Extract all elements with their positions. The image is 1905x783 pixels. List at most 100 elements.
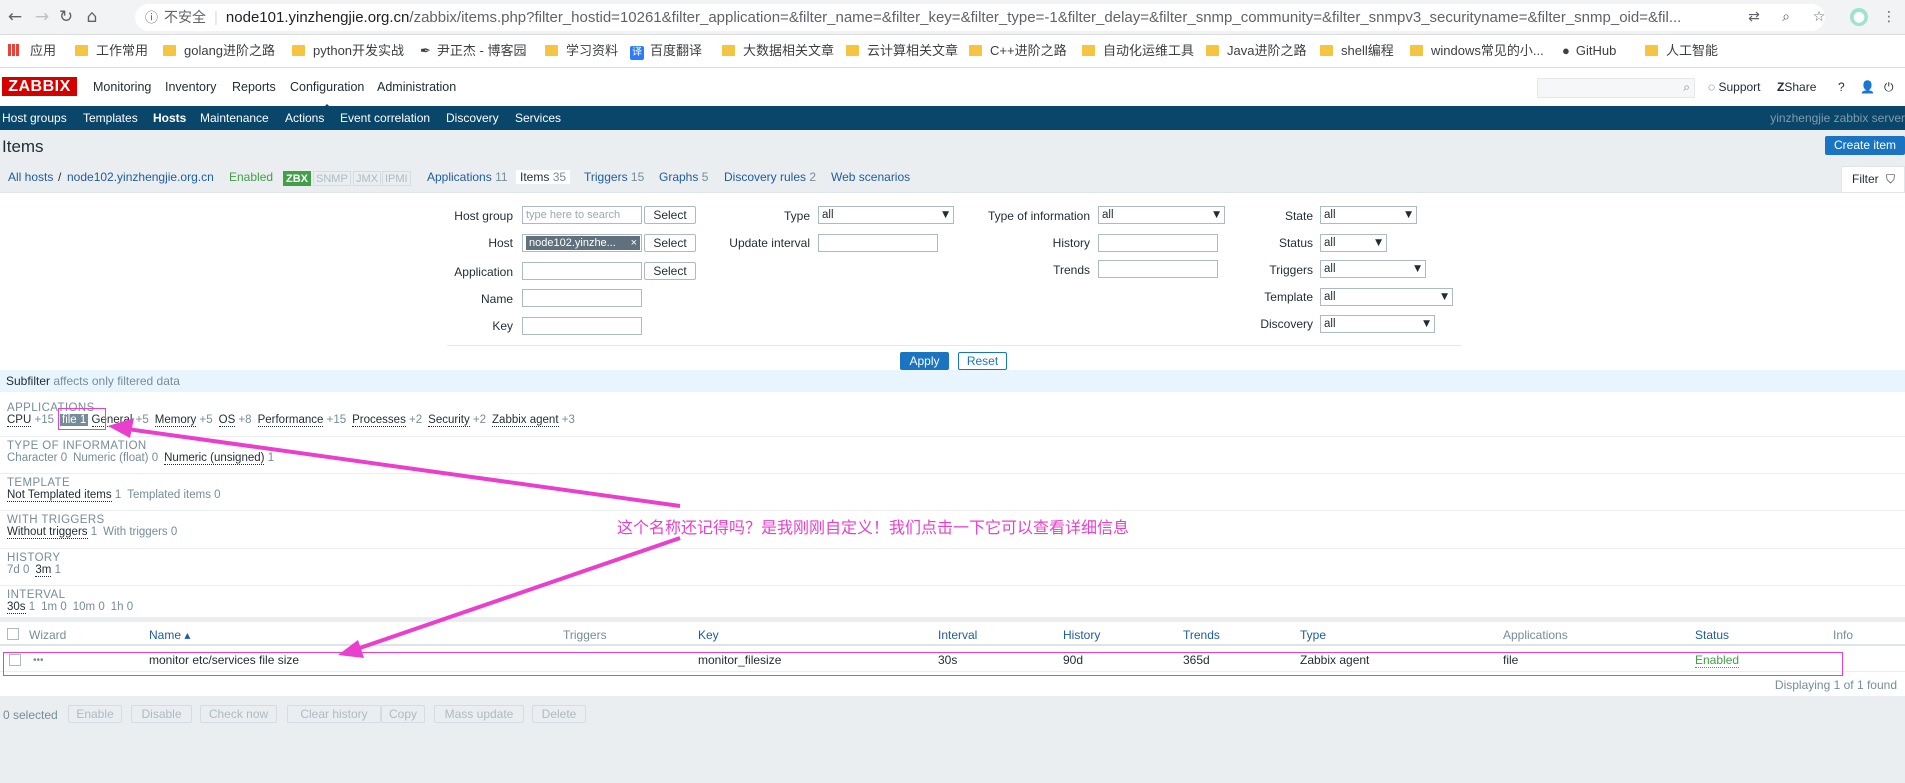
col-type[interactable]: Type <box>1300 628 1326 642</box>
discovery-rules-tab[interactable]: Discovery rules 2 <box>724 170 816 184</box>
menu-configuration[interactable]: Configuration <box>290 80 364 109</box>
submenu-actions[interactable]: Actions <box>285 111 324 125</box>
application-input[interactable] <box>522 262 642 280</box>
update-interval-input[interactable] <box>818 234 938 252</box>
bookmark-item[interactable]: windows常见的小... <box>1410 42 1544 60</box>
discovery-select[interactable]: all <box>1320 315 1435 333</box>
select-all-checkbox[interactable] <box>7 628 19 640</box>
col-name[interactable]: Name ▴ <box>149 628 190 642</box>
subfilter-item[interactable]: 3m 1 <box>35 564 67 577</box>
user-profile-icon[interactable]: 👤 <box>1860 80 1875 94</box>
reload-icon[interactable]: ↻ <box>56 7 76 27</box>
subfilter-item[interactable]: Security +2 <box>428 414 492 427</box>
application-select-button[interactable]: Select <box>644 262 696 280</box>
support-link[interactable]: ◌ Support <box>1708 80 1761 94</box>
state-select[interactable]: all <box>1320 206 1417 224</box>
col-trends[interactable]: Trends <box>1183 628 1220 642</box>
bookmark-item[interactable]: 云计算相关文章 <box>846 42 958 60</box>
subfilter-item[interactable]: Not Templated items 1 <box>7 489 127 502</box>
disable-button[interactable]: Disable <box>131 705 192 723</box>
forward-arrow-icon[interactable]: → <box>32 7 52 27</box>
host-group-input[interactable]: type here to search <box>522 206 642 224</box>
menu-reports[interactable]: Reports <box>232 80 276 94</box>
status-select[interactable]: all <box>1320 234 1387 252</box>
web-scenarios-tab[interactable]: Web scenarios <box>831 170 910 184</box>
host-chip[interactable]: node102.yinzhe... × <box>526 236 640 250</box>
subfilter-item[interactable]: OS +8 <box>218 414 258 427</box>
col-interval[interactable]: Interval <box>938 628 977 642</box>
triggers-select[interactable]: all <box>1320 260 1426 278</box>
delete-button[interactable]: Delete <box>532 705 586 723</box>
clear-history-button[interactable]: Clear history <box>287 705 381 723</box>
type-select[interactable]: all <box>818 206 954 224</box>
bookmark-item[interactable]: 学习资料 <box>545 42 618 60</box>
submenu-discovery[interactable]: Discovery <box>446 111 499 125</box>
address-bar[interactable]: ⓘ 不安全 | node101.yinzhengjie.org.cn/zabbix/i… <box>135 4 1825 31</box>
graphs-tab[interactable]: Graphs 5 <box>659 170 708 184</box>
copy-button[interactable]: Copy <box>381 705 425 723</box>
history-input[interactable] <box>1098 234 1218 252</box>
col-key[interactable]: Key <box>698 628 719 642</box>
bookmark-item[interactable]: python开发实战 <box>292 42 404 60</box>
host-select-button[interactable]: Select <box>644 234 696 252</box>
type-of-information-select[interactable]: all <box>1098 206 1225 224</box>
chip-remove-icon[interactable]: × <box>631 236 637 250</box>
bookmark-item[interactable]: shell编程 <box>1320 42 1394 60</box>
create-item-button[interactable]: Create item <box>1825 136 1905 155</box>
home-icon[interactable]: ⌂ <box>82 7 102 27</box>
col-history[interactable]: History <box>1063 628 1100 642</box>
bookmark-item[interactable]: 自动化运维工具 <box>1082 42 1194 60</box>
triggers-tab[interactable]: Triggers 15 <box>584 170 644 184</box>
host-link[interactable]: node102.yinzhengjie.org.cn <box>67 170 214 184</box>
subfilter-item[interactable]: CPU +15 <box>7 414 60 427</box>
profile-avatar-icon[interactable]: ● <box>1850 8 1868 26</box>
applications-tab[interactable]: Applications 11 <box>427 170 508 184</box>
menu-inventory[interactable]: Inventory <box>165 80 216 94</box>
key-input[interactable] <box>522 317 642 335</box>
submenu-services[interactable]: Services <box>515 111 561 125</box>
bookmark-item[interactable]: ● GitHub <box>1562 42 1616 60</box>
star-icon[interactable]: ☆ <box>1810 8 1828 26</box>
zabbix-logo[interactable]: ZABBIX <box>2 77 77 96</box>
template-select[interactable]: all <box>1320 288 1453 306</box>
bookmark-item[interactable]: 大数据相关文章 <box>722 42 834 60</box>
bookmark-apps[interactable]: 应用 <box>8 42 56 60</box>
menu-administration[interactable]: Administration <box>377 80 456 94</box>
enable-button[interactable]: Enable <box>68 705 122 723</box>
submenu-hosts[interactable]: Hosts <box>153 111 186 125</box>
submenu-maintenance[interactable]: Maintenance <box>200 111 269 125</box>
help-button[interactable]: ? <box>1838 80 1845 94</box>
menu-monitoring[interactable]: Monitoring <box>93 80 151 94</box>
back-arrow-icon[interactable]: ← <box>5 7 25 27</box>
menu-kebab-icon[interactable]: ⋮ <box>1880 8 1898 26</box>
submenu-templates[interactable]: Templates <box>83 111 138 125</box>
subfilter-item[interactable]: Performance +15 <box>257 414 353 427</box>
global-search-input[interactable]: ⌕ <box>1537 78 1695 98</box>
subfilter-item[interactable]: Without triggers 1 <box>7 526 103 539</box>
bookmark-item[interactable]: ✒ 尹正杰 - 博客园 <box>420 42 526 60</box>
items-tab[interactable]: Items 35 <box>516 170 571 184</box>
submenu-host-groups[interactable]: Host groups <box>2 111 67 125</box>
translate-icon[interactable]: ⇄ <box>1745 8 1763 26</box>
apply-button[interactable]: Apply <box>900 352 949 370</box>
all-hosts-link[interactable]: All hosts <box>8 170 53 184</box>
col-status[interactable]: Status <box>1695 628 1729 642</box>
share-link[interactable]: ZShare <box>1777 80 1816 94</box>
bookmark-item[interactable]: C++进阶之路 <box>969 42 1067 60</box>
bookmark-item[interactable]: 译百度翻译 <box>630 42 702 60</box>
bookmark-item[interactable]: 人工智能 <box>1645 42 1718 60</box>
bookmark-item[interactable]: Java进阶之路 <box>1206 42 1306 60</box>
mass-update-button[interactable]: Mass update <box>434 705 524 723</box>
subfilter-item[interactable]: 30s 1 <box>7 601 41 614</box>
check-now-button[interactable]: Check now <box>200 705 277 723</box>
submenu-event-correlation[interactable]: Event correlation <box>340 111 430 125</box>
subfilter-item[interactable]: Memory +5 <box>154 414 219 427</box>
trends-input[interactable] <box>1098 260 1218 278</box>
subfilter-item[interactable]: Zabbix agent +3 <box>492 414 581 427</box>
host-group-select-button[interactable]: Select <box>644 206 696 224</box>
bookmark-item[interactable]: golang进阶之路 <box>163 42 275 60</box>
reset-button[interactable]: Reset <box>958 352 1007 370</box>
subfilter-item[interactable]: Numeric (unsigned) 1 <box>164 452 280 465</box>
zoom-icon[interactable]: ⌕ <box>1777 8 1795 26</box>
bookmark-item[interactable]: 工作常用 <box>75 42 148 60</box>
